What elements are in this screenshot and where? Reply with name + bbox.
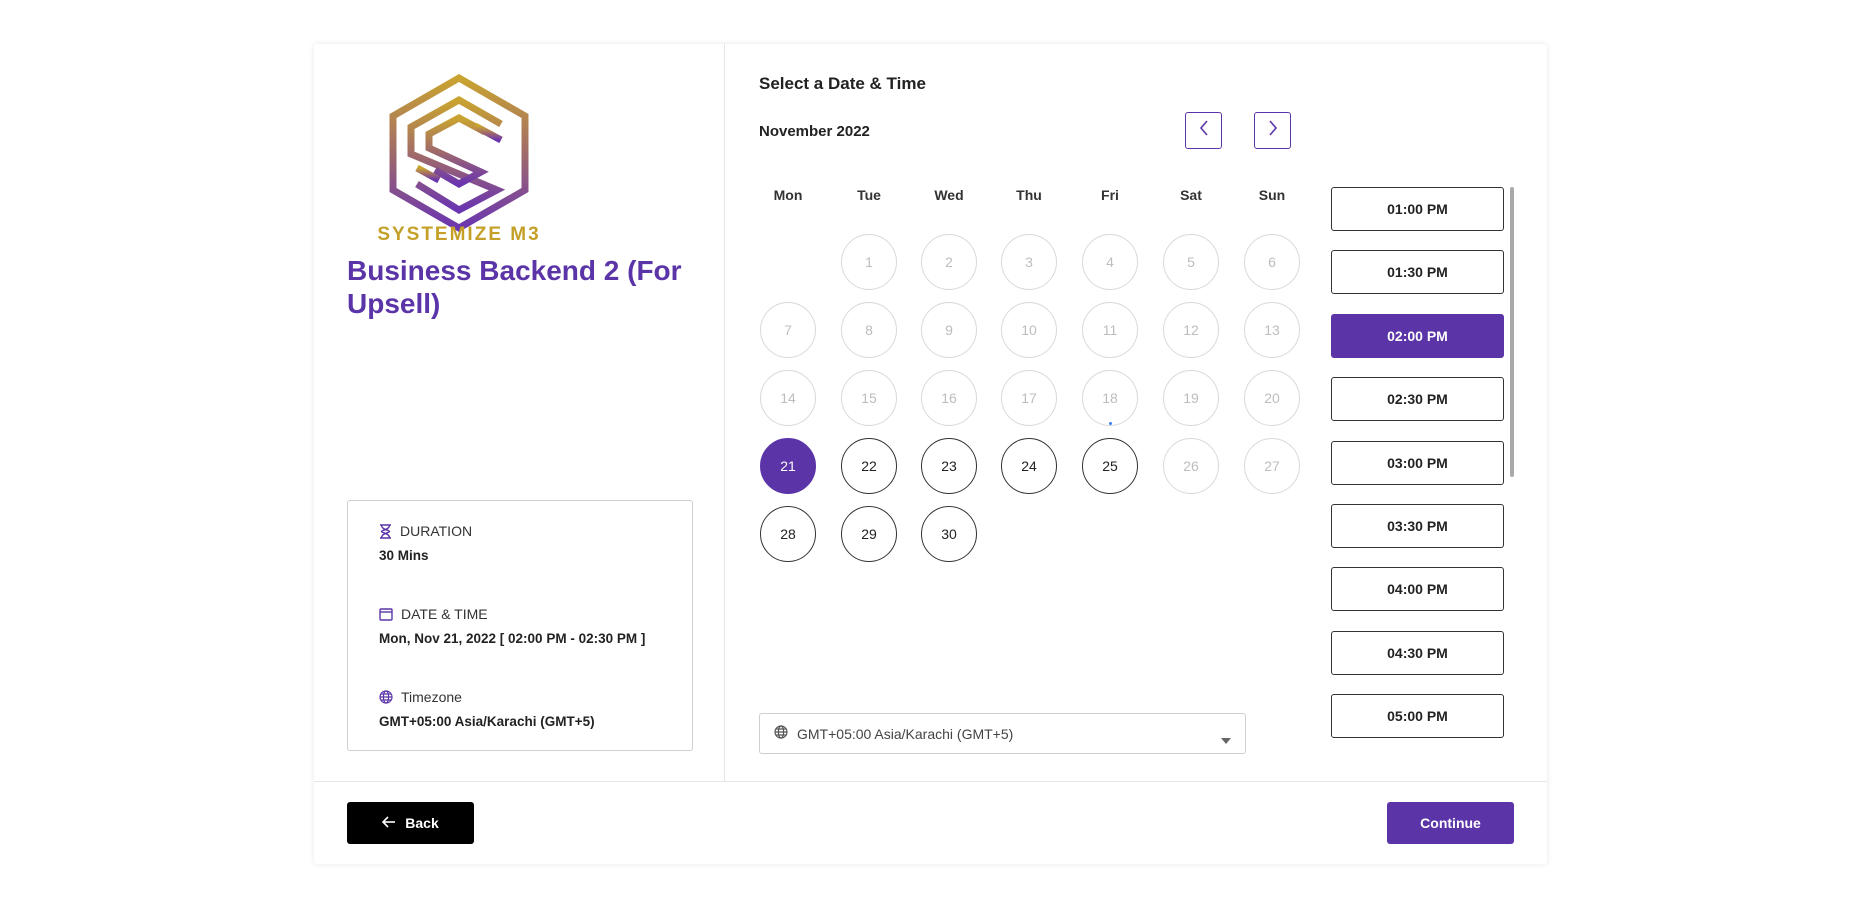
time-slot[interactable]: 02:00 PM	[1331, 313, 1504, 358]
calendar-day-29[interactable]: 29	[841, 506, 897, 562]
weekday-sat: Sat	[1180, 187, 1202, 203]
globe-icon	[379, 690, 393, 704]
calendar-day-5: 5	[1163, 234, 1219, 290]
calendar-day-9: 9	[921, 302, 977, 358]
calendar-day-16: 16	[921, 370, 977, 426]
calendar-day-14: 14	[760, 370, 816, 426]
timezone-select-value: GMT+05:00 Asia/Karachi (GMT+5)	[797, 725, 1014, 742]
continue-button[interactable]: Continue	[1387, 802, 1514, 844]
chevron-left-icon	[1198, 119, 1210, 142]
timezone-info: Timezone GMT+05:00 Asia/Karachi (GMT+5)	[379, 688, 595, 729]
month-label: November 2022	[759, 123, 870, 140]
calendar-day-27: 27	[1244, 438, 1300, 494]
event-summary-panel: SYSTEMIZE M3 Business Backend 2 (For Ups…	[314, 44, 725, 781]
duration-value: 30 Mins	[379, 548, 429, 563]
weekday-tue: Tue	[857, 187, 881, 203]
next-month-button[interactable]	[1254, 112, 1291, 149]
time-slot[interactable]: 04:30 PM	[1331, 630, 1504, 675]
calendar-day-11: 11	[1082, 302, 1138, 358]
caret-down-icon	[1221, 731, 1231, 747]
time-slot[interactable]: 03:00 PM	[1331, 440, 1504, 485]
datetime-value: Mon, Nov 21, 2022 [ 02:00 PM - 02:30 PM …	[379, 631, 646, 646]
timezone-label: Timezone	[401, 689, 462, 705]
calendar-day-4: 4	[1082, 234, 1138, 290]
weekday-wed: Wed	[934, 187, 964, 203]
datetime-label: DATE & TIME	[401, 606, 488, 622]
calendar-day-18: 18	[1082, 370, 1138, 426]
calendar-day-21[interactable]: 21	[760, 438, 816, 494]
calendar-icon	[379, 607, 393, 621]
weekday-fri: Fri	[1101, 187, 1119, 203]
time-slot[interactable]: 01:00 PM	[1331, 187, 1504, 231]
calendar-day-10: 10	[1001, 302, 1057, 358]
time-slot-scrollbar[interactable]	[1510, 187, 1514, 477]
duration-info: DURATION 30 Mins	[379, 522, 472, 563]
timezone-select[interactable]: GMT+05:00 Asia/Karachi (GMT+5)	[759, 713, 1246, 754]
calendar-day-12: 12	[1163, 302, 1219, 358]
select-date-time-heading: Select a Date & Time	[759, 74, 926, 93]
arrow-left-icon	[382, 815, 396, 831]
calendar-day-23[interactable]: 23	[921, 438, 977, 494]
globe-icon	[774, 725, 788, 742]
hourglass-icon	[379, 523, 392, 539]
calendar-day-6: 6	[1244, 234, 1300, 290]
calendar-day-19: 19	[1163, 370, 1219, 426]
calendar-day-1: 1	[841, 234, 897, 290]
calendar-day-17: 17	[1001, 370, 1057, 426]
time-slot[interactable]: 03:30 PM	[1331, 504, 1504, 548]
back-button[interactable]: Back	[347, 802, 474, 844]
time-slot[interactable]: 04:00 PM	[1331, 567, 1504, 612]
calendar-day-30[interactable]: 30	[921, 506, 977, 562]
duration-label: DURATION	[400, 523, 473, 539]
time-slot[interactable]: 01:30 PM	[1331, 250, 1504, 295]
today-indicator	[1109, 422, 1112, 425]
calendar-day-15: 15	[841, 370, 897, 426]
calendar-day-20: 20	[1244, 370, 1300, 426]
previous-month-button[interactable]	[1185, 112, 1222, 149]
weekday-mon: Mon	[773, 187, 803, 203]
calendar-day-28[interactable]: 28	[760, 506, 816, 562]
hexagon-s-logo	[379, 72, 539, 242]
calendar-day-22[interactable]: 22	[841, 438, 897, 494]
booking-details-box: DURATION 30 Mins DATE & TIME Mon, Nov 21…	[347, 500, 693, 751]
footer-bar: Back Continue	[314, 781, 1547, 864]
timezone-value: GMT+05:00 Asia/Karachi (GMT+5)	[379, 714, 595, 729]
calendar-day-2: 2	[921, 234, 977, 290]
back-label: Back	[405, 815, 439, 831]
weekday-sun: Sun	[1258, 187, 1286, 203]
calendar-day-24[interactable]: 24	[1001, 438, 1057, 494]
datetime-info: DATE & TIME Mon, Nov 21, 2022 [ 02:00 PM…	[379, 605, 645, 646]
calendar-day-26: 26	[1163, 438, 1219, 494]
calendar-day-25[interactable]: 25	[1082, 438, 1138, 494]
event-title: Business Backend 2 (For Upsell)	[347, 255, 682, 319]
calendar-day-8: 8	[841, 302, 897, 358]
brand-name: SYSTEMIZE M3	[377, 224, 541, 245]
time-slot[interactable]: 02:30 PM	[1331, 377, 1504, 422]
time-slot[interactable]: 05:00 PM	[1331, 694, 1504, 739]
booking-card: SYSTEMIZE M3 Business Backend 2 (For Ups…	[314, 44, 1547, 864]
calendar-day-3: 3	[1001, 234, 1057, 290]
calendar-day-13: 13	[1244, 302, 1300, 358]
chevron-right-icon	[1267, 119, 1279, 142]
calendar-day-7: 7	[760, 302, 816, 358]
weekday-thu: Thu	[1016, 187, 1042, 203]
